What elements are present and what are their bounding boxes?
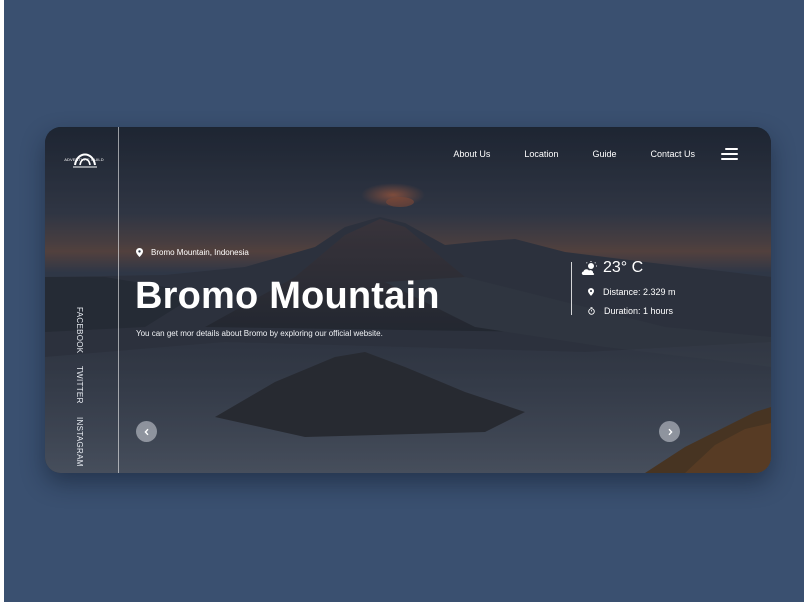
weather-temperature: 23° C [603,259,644,276]
weather-panel: 23° C Distance: 2.329 m Duration: 1 hour… [581,259,676,316]
chevron-left-icon [143,428,149,435]
carousel-next-button[interactable] [659,421,680,442]
distance-pin-icon [588,288,594,296]
nav-location[interactable]: Location [524,149,558,159]
social-link-facebook[interactable]: FACEBOOK [75,307,84,353]
hero-card: ADVENTURE GUILD FACEBOOK TWITTER INSTAGR… [45,127,771,473]
weather-divider [571,262,572,315]
weather-distance: Distance: 2.329 m [603,287,676,297]
map-pin-icon [136,248,143,257]
social-link-twitter[interactable]: TWITTER [75,366,84,404]
hero-description: You can get mor details about Bromo by e… [136,329,383,338]
page-background: ADVENTURE GUILD FACEBOOK TWITTER INSTAGR… [4,0,804,602]
social-link-instagram[interactable]: INSTAGRAM [75,417,84,467]
brand-logo-text: ADVENTURE GUILD [64,157,104,162]
chevron-right-icon [667,428,673,435]
carousel-prev-button[interactable] [136,421,157,442]
weather-duration: Duration: 1 hours [604,306,674,316]
hamburger-menu-icon[interactable] [721,148,738,160]
stopwatch-icon [588,307,595,315]
top-navigation: About Us Location Guide Contact Us [453,148,738,160]
hero-location-label: Bromo Mountain, Indonesia [151,248,249,257]
nav-contact-us[interactable]: Contact Us [650,149,695,159]
nav-guide[interactable]: Guide [592,149,616,159]
nav-about-us[interactable]: About Us [453,149,490,159]
hero-title: Bromo Mountain [135,275,440,317]
sidebar-divider [118,127,119,473]
partly-cloudy-icon [581,260,597,275]
hero-location: Bromo Mountain, Indonesia [136,248,249,257]
